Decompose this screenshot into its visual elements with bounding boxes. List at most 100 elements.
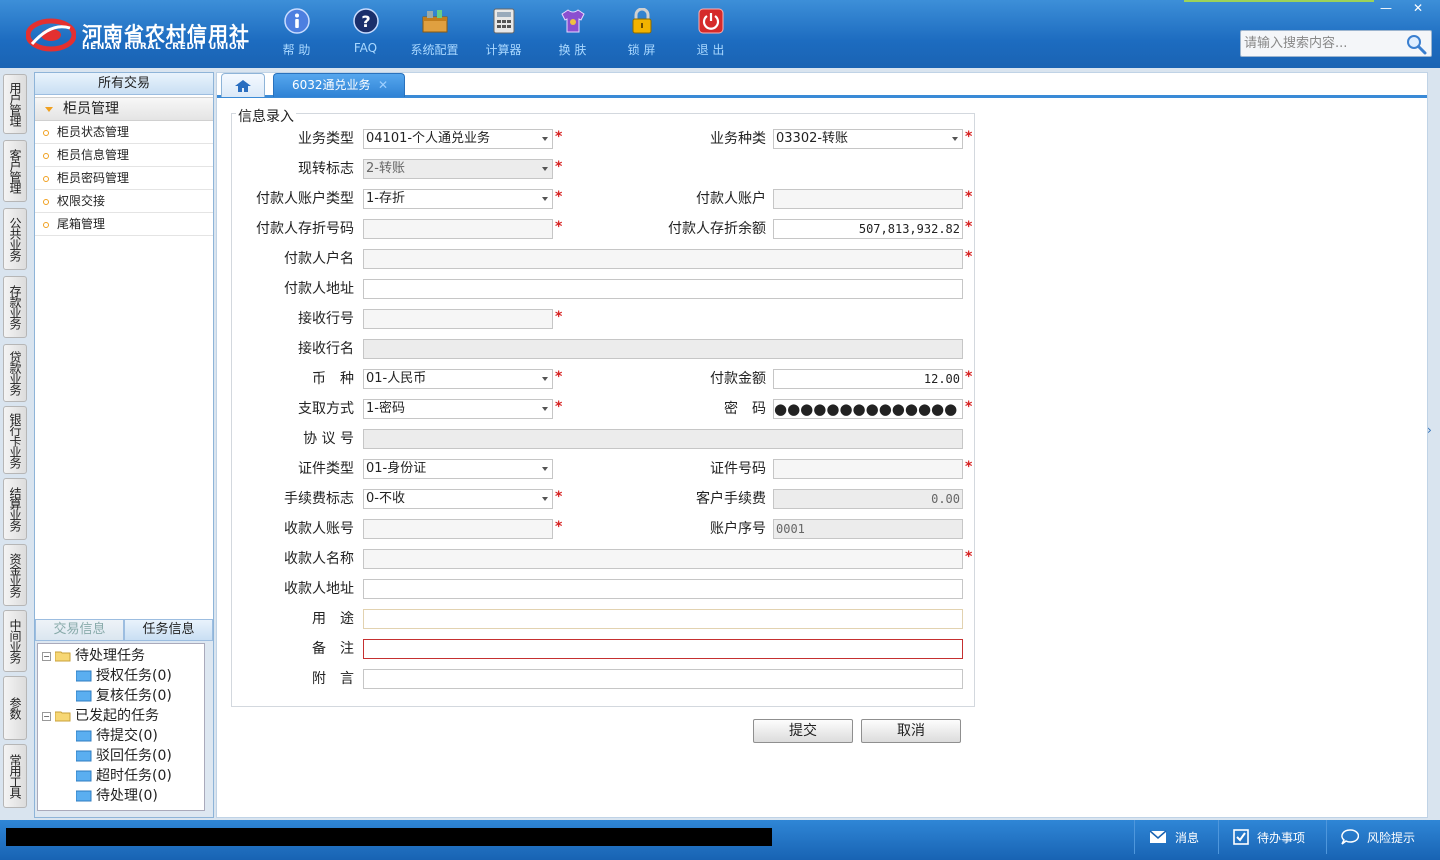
status-label: 待办事项 <box>1257 830 1306 845</box>
tree-node-authorize[interactable]: 授权任务(0) <box>42 666 204 686</box>
tab-6032-business[interactable]: 6032通兑业务 ✕ <box>273 73 405 97</box>
search-icon[interactable] <box>1405 33 1427 55</box>
payer-name-input[interactable] <box>363 249 963 269</box>
menu-item-teller-password[interactable]: 柜员密码管理 <box>35 167 213 190</box>
vnav-label: 常用工具 <box>8 754 22 798</box>
menu-item-permission-handover[interactable]: 权限交接 <box>35 190 213 213</box>
required-mark: * <box>965 459 973 475</box>
lock-icon <box>627 6 657 36</box>
toolbar-help-button[interactable]: 帮 助 <box>262 6 331 62</box>
payee-addr-input[interactable] <box>363 579 963 599</box>
vnav-label: 存款业务 <box>8 285 22 329</box>
recv-bank-no-input[interactable] <box>363 309 553 329</box>
menu-item-teller-status[interactable]: 柜员状态管理 <box>35 121 213 144</box>
vnav-common-tools[interactable]: 常用工具 <box>3 744 27 808</box>
cash-flag-select[interactable]: 2-转账 <box>363 159 553 179</box>
withdraw-mode-select[interactable]: 1-密码 <box>363 399 553 419</box>
collapse-icon[interactable]: − <box>42 711 51 721</box>
payer-acct-input[interactable] <box>773 189 963 209</box>
tree-node-initiated[interactable]: − 已发起的任务 <box>42 706 204 726</box>
acct-seq-input[interactable]: 0001 <box>773 519 963 539</box>
payee-name-input[interactable] <box>363 549 963 569</box>
fee-flag-select[interactable]: 0-不收 <box>363 489 553 509</box>
vnav-label: 资金业务 <box>8 553 22 597</box>
expand-right-icon[interactable]: › <box>1427 423 1435 463</box>
main-content: 6032通兑业务 ✕ › 信息录入 业务类型 04101-个人通兑业务 * 业务… <box>216 72 1432 818</box>
select-value: 01-人民币 <box>366 371 427 386</box>
toolbar-exit-button[interactable]: 退 出 <box>676 6 745 62</box>
tab-close-icon[interactable]: ✕ <box>378 74 388 96</box>
cust-fee-input[interactable]: 0.00 <box>773 489 963 509</box>
payer-balance-input[interactable]: 507,813,932.82 <box>773 219 963 239</box>
biz-type-select[interactable]: 04101-个人通兑业务 <box>363 129 553 149</box>
vnav-intermediary-business[interactable]: 中间业务 <box>3 610 27 672</box>
config-icon <box>420 6 450 36</box>
tree-node-to-submit[interactable]: 待提交(0) <box>42 726 204 746</box>
tree-node-rejected[interactable]: 驳回任务(0) <box>42 746 204 766</box>
status-message-bar <box>6 828 772 846</box>
currency-select[interactable]: 01-人民币 <box>363 369 553 389</box>
expand-triangle-icon <box>45 106 53 112</box>
vnav-fund-business[interactable]: 资金业务 <box>3 544 27 606</box>
vnav-customer-management[interactable]: 客户管理 <box>3 140 27 202</box>
tree-node-review[interactable]: 复核任务(0) <box>42 686 204 706</box>
amount-input[interactable]: 12.00 <box>773 369 963 389</box>
toolbar-config-button[interactable]: 系统配置 <box>400 6 469 62</box>
vnav-label: 结算业务 <box>8 487 22 531</box>
tab-task-info[interactable]: 任务信息 <box>124 619 213 641</box>
purpose-input[interactable] <box>363 609 963 629</box>
tree-node-timeout[interactable]: 超时任务(0) <box>42 766 204 786</box>
cash-flag-label: 现转标志 <box>298 161 354 177</box>
toolbar-faq-button[interactable]: ? FAQ <box>331 6 400 62</box>
messages-button[interactable]: 消息 <box>1134 820 1214 854</box>
vnav-public-business[interactable]: 公共业务 <box>3 208 27 270</box>
teller-management-group[interactable]: 柜员管理 <box>35 97 213 121</box>
risk-alert-button[interactable]: 风险提示 <box>1326 820 1436 854</box>
biz-kind-select[interactable]: 03302-转账 <box>773 129 963 149</box>
payee-acct-input[interactable] <box>363 519 553 539</box>
toolbar-skin-button[interactable]: 换 肤 <box>538 6 607 62</box>
payer-book-no-label: 付款人存折号码 <box>256 221 354 237</box>
remark-input[interactable] <box>363 639 963 659</box>
minimize-button[interactable]: — <box>1370 0 1402 16</box>
recv-bank-name-label: 接收行名 <box>298 341 354 357</box>
payer-book-no-input[interactable] <box>363 219 553 239</box>
bullet-icon <box>43 129 49 136</box>
id-type-select[interactable]: 01-身份证 <box>363 459 553 479</box>
select-value: 01-身份证 <box>366 461 427 476</box>
submit-button[interactable]: 提交 <box>753 719 853 743</box>
toolbar-skin-label: 换 肤 <box>558 43 587 57</box>
toolbar-lock-button[interactable]: 锁 屏 <box>607 6 676 62</box>
recv-bank-no-label: 接收行号 <box>298 311 354 327</box>
vnav-label: 参数 <box>8 697 22 719</box>
collapse-icon[interactable]: − <box>42 651 51 661</box>
menu-item-tail-box[interactable]: 尾箱管理 <box>35 213 213 236</box>
postscript-input[interactable] <box>363 669 963 689</box>
payer-addr-input[interactable] <box>363 279 963 299</box>
menu-item-teller-info[interactable]: 柜员信息管理 <box>35 144 213 167</box>
tab-home[interactable] <box>221 73 265 97</box>
todo-button[interactable]: 待办事项 <box>1218 820 1322 854</box>
required-mark: * <box>555 369 563 385</box>
tab-transaction-info[interactable]: 交易信息 <box>35 619 124 641</box>
cancel-button[interactable]: 取消 <box>861 719 961 743</box>
vnav-parameters[interactable]: 参数 <box>3 676 27 740</box>
password-input[interactable]: ●●●●●●●●●●●●●● <box>773 399 963 419</box>
biz-type-label: 业务类型 <box>298 131 354 147</box>
close-window-button[interactable]: ✕ <box>1402 0 1434 16</box>
agreement-no-input[interactable] <box>363 429 963 449</box>
vnav-user-management[interactable]: 用户管理 <box>3 74 27 134</box>
id-no-input[interactable] <box>773 459 963 479</box>
vnav-loan-business[interactable]: 贷款业务 <box>3 344 27 402</box>
recv-bank-name-input[interactable] <box>363 339 963 359</box>
id-no-label: 证件号码 <box>710 461 766 477</box>
vnav-bankcard-business[interactable]: 银行卡业务 <box>3 406 27 474</box>
vnav-deposit-business[interactable]: 存款业务 <box>3 276 27 338</box>
vnav-settlement-business[interactable]: 结算业务 <box>3 478 27 540</box>
tree-node-to-process[interactable]: 待处理(0) <box>42 786 204 806</box>
toolbar-calculator-button[interactable]: 计算器 <box>469 6 538 62</box>
required-mark: * <box>555 159 563 175</box>
tree-node-pending[interactable]: − 待处理任务 <box>42 646 204 666</box>
search-input[interactable] <box>1244 34 1404 53</box>
payer-acct-type-select[interactable]: 1-存折 <box>363 189 553 209</box>
